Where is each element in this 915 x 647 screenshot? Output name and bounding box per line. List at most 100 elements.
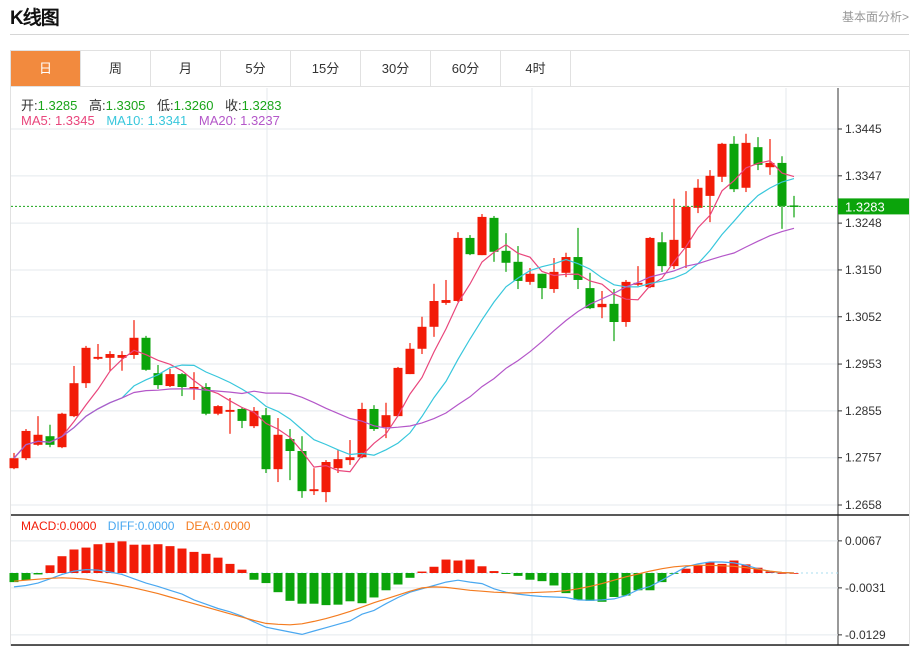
- candle-up: [741, 142, 751, 188]
- macd-bar: [393, 573, 403, 585]
- candle-up: [225, 409, 235, 412]
- ma10-value: MA10: 1.3341: [106, 113, 188, 128]
- candle-down: [657, 242, 667, 267]
- price-tick-label: 1.2855: [845, 404, 882, 418]
- macd-bar: [453, 560, 463, 573]
- candle-up: [57, 413, 67, 448]
- macd-tick-label: -0.0031: [845, 581, 886, 595]
- macd-bar: [405, 573, 415, 578]
- macd-bar: [21, 573, 31, 581]
- macd-bar: [285, 573, 295, 601]
- macd-tick-label: 0.0067: [845, 534, 882, 548]
- price-tick-label: 1.2658: [845, 498, 882, 512]
- ma10-line: [13, 178, 795, 459]
- macd-bar: [165, 546, 175, 573]
- macd-bar: [321, 573, 331, 606]
- candle-up: [93, 356, 103, 359]
- macd-bar: [273, 573, 283, 593]
- macd-bar: [609, 573, 619, 597]
- candle-up: [453, 237, 463, 301]
- macd-bar: [465, 559, 475, 573]
- macd-bar: [345, 573, 355, 602]
- macd-bar: [141, 544, 151, 573]
- macd-value: MACD:0.0000: [21, 519, 97, 533]
- macd-bar: [705, 561, 715, 573]
- macd-bar: [93, 544, 103, 573]
- macd-bar: [477, 566, 487, 573]
- macd-bar: [693, 564, 703, 573]
- candle-up: [81, 347, 91, 384]
- last-price-label: 1.3283: [845, 199, 885, 214]
- macd-bar: [105, 542, 115, 573]
- macd-bar: [57, 556, 67, 573]
- candle-up: [357, 408, 367, 458]
- price-tick-label: 1.3445: [845, 122, 882, 136]
- macd-bar: [489, 571, 499, 573]
- macd-bar: [129, 544, 139, 573]
- candle-down: [177, 374, 187, 387]
- candle-down: [501, 250, 511, 263]
- candle-up: [441, 300, 451, 303]
- candle-down: [237, 408, 247, 421]
- macd-info: MACD:0.0000 DIFF:0.0000 DEA:0.0000: [21, 519, 258, 533]
- candle-down: [789, 205, 799, 207]
- macd-bar: [237, 569, 247, 573]
- diff-value: DIFF:0.0000: [107, 519, 175, 533]
- candle-up: [405, 348, 415, 375]
- candle-down: [729, 143, 739, 190]
- price-tick-label: 1.3248: [845, 216, 882, 230]
- macd-bar: [441, 559, 451, 573]
- high-value: 1.3305: [105, 98, 146, 113]
- candle-up: [273, 434, 283, 470]
- candle-up: [417, 326, 427, 349]
- macd-bar: [213, 557, 223, 573]
- macd-bar: [537, 573, 547, 582]
- candle-up: [33, 434, 43, 445]
- ma5-value: MA5: 1.3345: [21, 113, 95, 128]
- candle-up: [525, 273, 535, 282]
- close-value: 1.3283: [241, 98, 282, 113]
- candle-down: [609, 303, 619, 323]
- macd-bar: [357, 573, 367, 604]
- macd-bar: [177, 548, 187, 573]
- macd-bar: [681, 568, 691, 573]
- macd-bar: [549, 573, 559, 586]
- macd-bar: [417, 571, 427, 573]
- close-label: 收:: [225, 98, 242, 113]
- candle-down: [465, 237, 475, 255]
- candle-up: [165, 374, 175, 387]
- ohlc-info: 开:1.3285 高:1.3305 低:1.3260 收:1.3283: [21, 95, 289, 114]
- candle-up: [69, 383, 79, 417]
- high-label: 高:: [89, 98, 106, 113]
- macd-bar: [249, 573, 259, 580]
- macd-bar: [525, 573, 535, 580]
- candle-up: [717, 143, 727, 177]
- macd-bar: [153, 544, 163, 573]
- candle-up: [333, 459, 343, 469]
- macd-bar: [201, 553, 211, 573]
- price-tick-label: 1.3052: [845, 310, 882, 324]
- dea-value: DEA:0.0000: [185, 519, 251, 533]
- macd-bar: [33, 573, 43, 575]
- macd-bar: [309, 573, 319, 604]
- candle-up: [345, 457, 355, 461]
- candle-up: [381, 415, 391, 428]
- macd-bar: [381, 573, 391, 591]
- candle-down: [585, 288, 595, 309]
- ma-info: MA5: 1.3345 MA10: 1.3341 MA20: 1.3237: [21, 113, 288, 128]
- open-value: 1.3285: [37, 98, 78, 113]
- macd-bar: [261, 573, 271, 584]
- candle-up: [9, 458, 19, 469]
- ma5-line: [13, 160, 795, 473]
- macd-bar: [429, 566, 439, 573]
- ma20-value: MA20: 1.3237: [198, 113, 280, 128]
- candle-up: [693, 187, 703, 208]
- macd-bar: [333, 573, 343, 605]
- macd-tick-label: -0.0129: [845, 628, 886, 642]
- price-tick-label: 1.3347: [845, 169, 882, 183]
- macd-bar: [45, 565, 55, 573]
- price-tick-label: 1.2953: [845, 357, 882, 371]
- macd-bar: [189, 551, 199, 573]
- macd-bar: [225, 563, 235, 573]
- low-label: 低:: [157, 98, 174, 113]
